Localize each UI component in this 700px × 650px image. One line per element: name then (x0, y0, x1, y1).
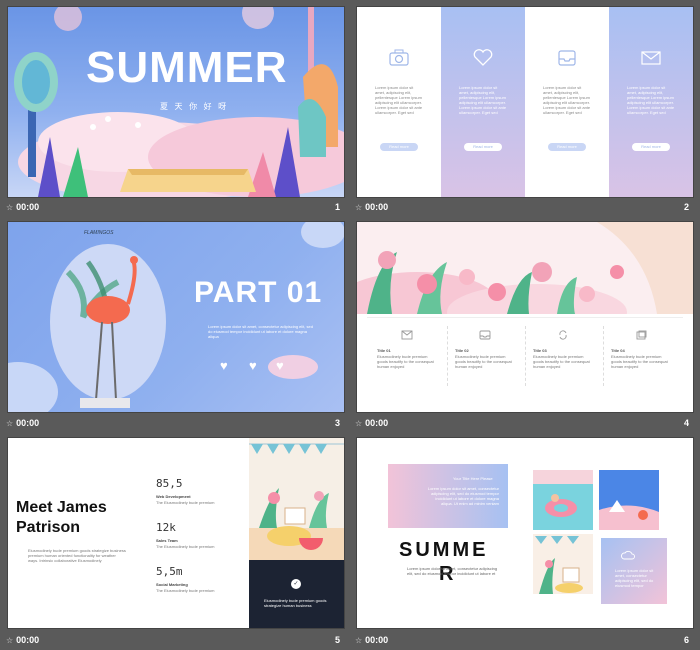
stat-value: 5,5m (156, 565, 183, 578)
twitter-icon[interactable]: ✓ (291, 579, 301, 589)
inbox-icon (558, 50, 576, 66)
inbox-icon (479, 330, 491, 340)
slide-3-meta: ☆ 00:00 3 (6, 415, 342, 433)
name-line-2: Patrison (16, 519, 81, 536)
floral-banner-illustration (357, 222, 693, 314)
stat-text: The Eiusmodinely bude premium (156, 588, 215, 593)
slide-subtitle: 夏 天 你 好 呀 (160, 102, 229, 111)
heart-icon: ♥ (220, 358, 228, 373)
slide-number: 4 (683, 418, 689, 428)
slide-number: 6 (683, 635, 689, 645)
title-line-1: SUMME (399, 539, 489, 561)
item-text: Eiusmodinely bude premium goods beautify… (377, 354, 434, 369)
read-more-button-2[interactable]: Read more (464, 143, 502, 151)
slide-5-thumbnail[interactable]: Meet James Patrison Eiusmodinely bude pr… (8, 438, 344, 628)
camera-icon (389, 49, 409, 66)
slide-timing: 00:00 (365, 418, 389, 428)
item-text: Eiusmodinely bude premium goods beautify… (533, 354, 590, 369)
mail-icon (641, 51, 661, 65)
column-4-text: Lorem ipsum dolor sit amet, adipiscing e… (627, 85, 675, 115)
slide-2-thumbnail[interactable]: Lorem ipsum dolor sit amet, adipiscing e… (357, 7, 693, 197)
vertical-divider (603, 326, 604, 386)
slide-4-thumbnail[interactable]: Title 01 Eiusmodinely bude premium goods… (357, 222, 693, 412)
slide-number: 3 (334, 418, 340, 428)
slide-6-thumbnail[interactable]: Your Title Here Please Lorem ipsum dolor… (357, 438, 693, 628)
read-more-button-4[interactable]: Read more (632, 143, 670, 151)
animation-star-icon: ☆ (6, 635, 14, 645)
item-text: Eiusmodinely bude premium goods beautify… (455, 354, 512, 369)
stat-text: The Eiusmodinely bude premium (156, 500, 215, 505)
stat-text: The Eiusmodinely bude premium (156, 544, 215, 549)
slide-6-meta: ☆ 00:00 6 (355, 632, 691, 650)
animation-star-icon: ☆ (355, 418, 363, 428)
stat-label: Sales Team (156, 538, 178, 543)
flamingo-illustration (8, 222, 344, 412)
slide-1-thumbnail[interactable]: SUMMER 夏 天 你 好 呀 (8, 7, 344, 197)
slide-timing: 00:00 (365, 202, 389, 212)
animation-star-icon: ☆ (355, 635, 363, 645)
slide-number: 1 (334, 202, 340, 212)
picnic-illustration (249, 438, 344, 560)
heart-icon: ♥ (276, 358, 284, 373)
heart-icon: ♥ (249, 358, 257, 373)
garden-illustration (533, 534, 593, 594)
slide-5-meta: ☆ 00:00 5 (6, 632, 342, 650)
slide-number: 5 (334, 635, 340, 645)
item-title: Title 03 (533, 348, 547, 353)
stat-value: 85,5 (156, 477, 183, 490)
stat-label: Web Development (156, 494, 191, 499)
read-more-button-1[interactable]: Read more (380, 143, 418, 151)
summer-title: SUMME R (399, 538, 488, 586)
slide-number: 2 (683, 202, 689, 212)
box-title: Your Title Here Please (453, 476, 493, 481)
person-name: Meet James Patrison (16, 498, 107, 538)
bio-text: Eiusmodinely bude premium goods strategi… (28, 548, 126, 563)
box-text: Lorem ipsum dolor sit amet, consectetur … (427, 486, 499, 506)
read-more-button-3[interactable]: Read more (548, 143, 586, 151)
copy-icon (636, 330, 647, 340)
slide-timing: 00:00 (16, 635, 40, 645)
stat-label: Social Marketing (156, 582, 188, 587)
item-title: Title 01 (377, 348, 391, 353)
animation-star-icon: ☆ (6, 418, 14, 428)
flamingo-tag: FLAMINGOS (84, 230, 114, 236)
name-line-1: Meet James (16, 499, 107, 516)
divider-line (367, 317, 683, 318)
pool-float-illustration (533, 470, 593, 530)
slide-timing: 00:00 (16, 418, 40, 428)
part-description: Lorem ipsum dolor sit amet, consectetur … (208, 324, 313, 339)
column-3-text: Lorem ipsum dolor sit amet, adipiscing e… (543, 85, 591, 115)
item-text: Eiusmodinely bude premium goods beautify… (611, 354, 668, 369)
animation-star-icon: ☆ (355, 202, 363, 212)
slide-2-meta: ☆ 00:00 2 (355, 199, 691, 217)
slide-1-meta: ☆ 00:00 1 (6, 199, 342, 217)
column-2-text: Lorem ipsum dolor sit amet, adipiscing e… (459, 85, 507, 115)
cloud-icon (621, 550, 635, 560)
slide-timing: 00:00 (365, 635, 389, 645)
item-title: Title 04 (611, 348, 625, 353)
part-title: PART 01 (194, 276, 323, 309)
slide-title: SUMMER (86, 43, 288, 92)
stat-value: 12k (156, 521, 176, 534)
refresh-icon (559, 330, 567, 340)
mail-icon (401, 330, 413, 340)
small-box-text: Lorem ipsum dolor sit amet, consectetur … (615, 568, 654, 588)
vertical-divider (525, 326, 526, 386)
seaside-illustration (599, 470, 659, 530)
card-text: Eiusmodinely bude premium goods strategi… (264, 598, 327, 608)
heart-icon (473, 49, 493, 66)
vertical-divider (447, 326, 448, 386)
slide-3-thumbnail[interactable]: FLAMINGOS PART 01 Lorem ipsum dolor sit … (8, 222, 344, 412)
slide-4-meta: ☆ 00:00 4 (355, 415, 691, 433)
info-card (249, 560, 344, 628)
slide-timing: 00:00 (16, 202, 40, 212)
caption-text: Lorem ipsum dolor sit amet, consectetur … (407, 566, 498, 576)
column-1-text: Lorem ipsum dolor sit amet, adipiscing e… (375, 85, 423, 115)
item-title: Title 02 (455, 348, 469, 353)
animation-star-icon: ☆ (6, 202, 14, 212)
